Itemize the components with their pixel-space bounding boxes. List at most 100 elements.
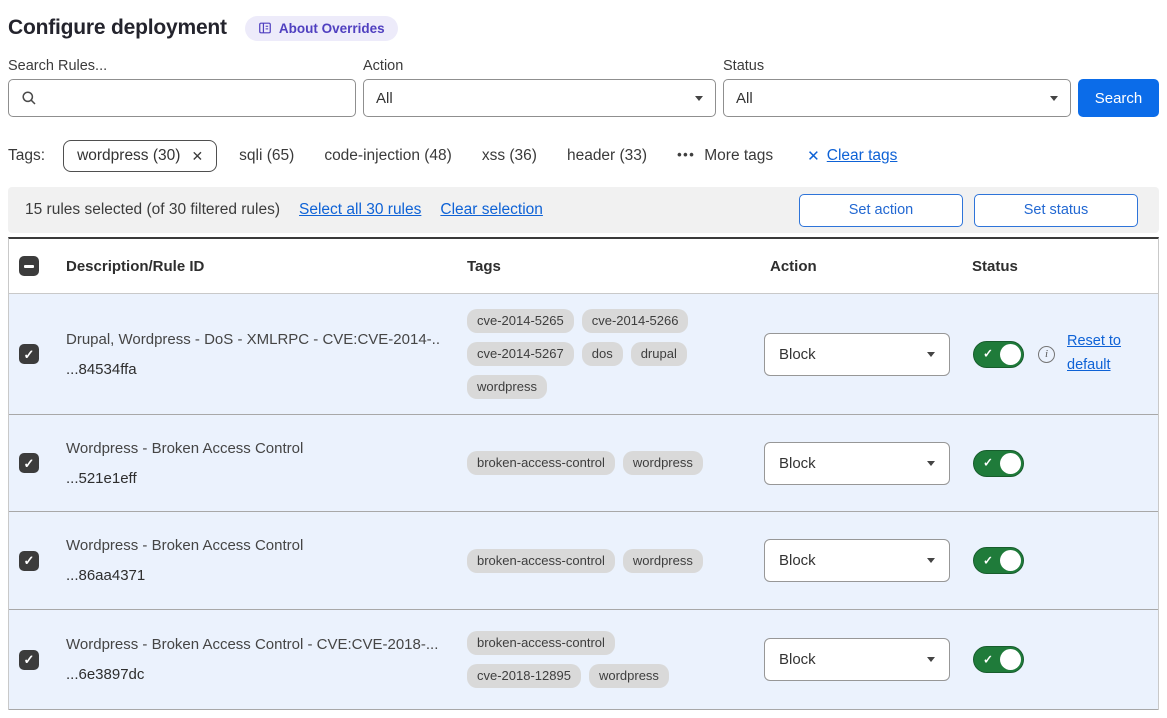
remove-tag-icon[interactable]: ✕: [191, 148, 203, 165]
search-input[interactable]: [46, 90, 343, 107]
rule-tags: broken-access-control wordpress: [467, 451, 719, 475]
rule-action-value: Block: [779, 455, 816, 472]
table-row: ✓ Wordpress - Broken Access Control ...5…: [9, 414, 1158, 511]
toggle-knob: [1000, 344, 1021, 365]
toggle-knob: [1000, 649, 1021, 670]
rule-description: Drupal, Wordpress - DoS - XMLRPC - CVE:C…: [66, 331, 441, 348]
search-icon: [21, 90, 37, 106]
column-status: Status: [964, 258, 1158, 275]
rule-tags: cve-2014-5265 cve-2014-5266 cve-2014-526…: [467, 309, 719, 399]
tag-chip: dos: [582, 342, 623, 366]
select-all-checkbox[interactable]: [19, 256, 39, 276]
chevron-down-icon: [927, 461, 935, 466]
tag-chip: wordpress: [467, 375, 547, 399]
toggle-knob: [1000, 453, 1021, 474]
check-icon: ✓: [24, 348, 35, 361]
about-overrides-badge[interactable]: About Overrides: [245, 16, 398, 41]
tag-item-code-injection[interactable]: code-injection (48): [324, 147, 452, 165]
status-toggle-on[interactable]: ✓: [973, 646, 1024, 673]
rule-action-select[interactable]: Block: [764, 539, 950, 582]
tag-chip: wordpress: [589, 664, 669, 688]
ellipsis-icon: •••: [677, 147, 695, 162]
selected-tag-label: wordpress (30): [77, 147, 180, 165]
row-checkbox[interactable]: ✓: [19, 650, 39, 670]
page-title: Configure deployment: [8, 16, 227, 40]
chevron-down-icon: [927, 558, 935, 563]
rule-action-value: Block: [779, 552, 816, 569]
column-action: Action: [756, 258, 964, 275]
action-select[interactable]: All: [363, 79, 716, 117]
rule-description: Wordpress - Broken Access Control: [66, 537, 441, 554]
rule-action-select[interactable]: Block: [764, 442, 950, 485]
toggle-knob: [1000, 550, 1021, 571]
row-checkbox[interactable]: ✓: [19, 453, 39, 473]
table-row: ✓ Wordpress - Broken Access Control ...8…: [9, 511, 1158, 609]
info-icon[interactable]: i: [1038, 346, 1055, 363]
tag-chip: cve-2014-5266: [582, 309, 689, 333]
tags-bar: Tags: wordpress (30) ✕ sqli (65) code-in…: [8, 139, 1159, 173]
select-all-link[interactable]: Select all 30 rules: [299, 201, 421, 219]
status-toggle-on[interactable]: ✓: [973, 547, 1024, 574]
rule-id: ...6e3897dc: [66, 666, 441, 683]
tag-chip: broken-access-control: [467, 631, 615, 655]
tag-item-sqli[interactable]: sqli (65): [239, 147, 294, 165]
status-toggle-on[interactable]: ✓: [973, 341, 1024, 368]
clear-tags-button[interactable]: ✕ Clear tags: [807, 147, 897, 165]
rule-id: ...521e1eff: [66, 470, 441, 487]
chevron-down-icon: [927, 657, 935, 662]
indeterminate-icon: [24, 265, 34, 268]
rules-table: Description/Rule ID Tags Action Status ✓…: [8, 237, 1159, 710]
tag-chip: wordpress: [623, 451, 703, 475]
tags-label: Tags:: [8, 147, 45, 165]
set-action-button[interactable]: Set action: [799, 194, 963, 227]
rule-id: ...86aa4371: [66, 567, 441, 584]
rule-description: Wordpress - Broken Access Control: [66, 440, 441, 457]
check-icon: ✓: [983, 347, 993, 361]
selection-bar: 15 rules selected (of 30 filtered rules)…: [8, 187, 1159, 233]
rule-action-value: Block: [779, 651, 816, 668]
selection-summary: 15 rules selected (of 30 filtered rules): [25, 201, 280, 219]
clear-icon: ✕: [807, 147, 820, 165]
tag-chip: cve-2014-5267: [467, 342, 574, 366]
status-toggle-on[interactable]: ✓: [973, 450, 1024, 477]
rule-action-select[interactable]: Block: [764, 638, 950, 681]
search-input-wrapper: [8, 79, 356, 117]
configure-deployment-page: Configure deployment About Overrides Sea…: [0, 10, 1167, 710]
clear-selection-link[interactable]: Clear selection: [440, 201, 543, 219]
rule-action-select[interactable]: Block: [764, 333, 950, 376]
search-rules-label: Search Rules...: [8, 58, 356, 74]
column-description: Description/Rule ID: [58, 258, 459, 275]
column-tags: Tags: [459, 258, 756, 275]
action-select-value: All: [376, 90, 393, 107]
rule-tags: broken-access-control wordpress: [467, 549, 719, 573]
status-select-value: All: [736, 90, 753, 107]
check-icon: ✓: [24, 653, 35, 666]
filters-row: Search Rules... Action All Status All: [8, 58, 1159, 117]
row-checkbox[interactable]: ✓: [19, 551, 39, 571]
chevron-down-icon: [1050, 96, 1058, 101]
status-filter: Status All: [723, 58, 1071, 117]
table-row: ✓ Wordpress - Broken Access Control - CV…: [9, 609, 1158, 710]
check-icon: ✓: [983, 456, 993, 470]
table-row: ✓ Drupal, Wordpress - DoS - XMLRPC - CVE…: [9, 293, 1158, 414]
set-status-button[interactable]: Set status: [974, 194, 1138, 227]
selected-tag-wordpress[interactable]: wordpress (30) ✕: [63, 140, 217, 172]
search-button[interactable]: Search: [1078, 79, 1159, 117]
check-icon: ✓: [24, 457, 35, 470]
rule-description: Wordpress - Broken Access Control - CVE:…: [66, 636, 441, 653]
tag-item-xss[interactable]: xss (36): [482, 147, 537, 165]
reset-to-default-link[interactable]: Reset to default: [1067, 330, 1133, 378]
tag-chip: broken-access-control: [467, 451, 615, 475]
status-select[interactable]: All: [723, 79, 1071, 117]
tag-chip: drupal: [631, 342, 687, 366]
rule-action-value: Block: [779, 346, 816, 363]
about-overrides-label: About Overrides: [279, 21, 385, 36]
rule-id: ...84534ffa: [66, 361, 441, 378]
tag-item-header[interactable]: header (33): [567, 147, 647, 165]
rule-tags: broken-access-control cve-2018-12895 wor…: [467, 631, 719, 688]
check-icon: ✓: [983, 553, 993, 567]
clear-tags-label: Clear tags: [827, 147, 898, 165]
more-tags-button[interactable]: ••• More tags: [677, 147, 773, 165]
chevron-down-icon: [927, 352, 935, 357]
row-checkbox[interactable]: ✓: [19, 344, 39, 364]
